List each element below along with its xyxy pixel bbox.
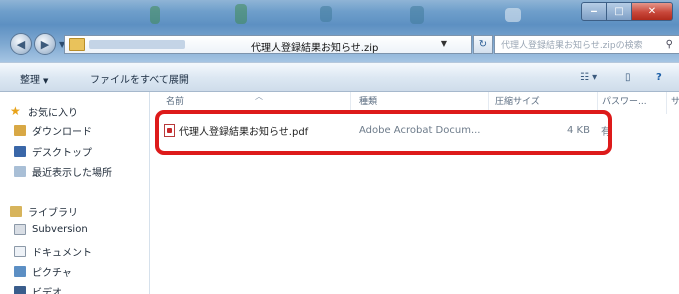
nav-libraries[interactable]: ライブラリ <box>10 204 78 219</box>
highlight-annotation <box>155 110 612 155</box>
column-header-extra[interactable]: サ <box>671 94 679 112</box>
nav-pictures[interactable]: ピクチャ <box>14 264 72 279</box>
glass-reflection <box>505 8 521 22</box>
close-button[interactable]: ✕ <box>632 2 673 21</box>
nav-downloads[interactable]: ダウンロード <box>14 123 92 138</box>
organize-label: 整理 <box>20 75 40 86</box>
subversion-library-icon <box>14 224 26 235</box>
search-icon[interactable]: ⚲ <box>666 39 673 50</box>
nav-videos-label: ビデオ <box>32 288 62 294</box>
forward-arrow-icon: ▶ <box>40 37 50 51</box>
nav-subversion[interactable]: Subversion <box>14 224 88 235</box>
nav-desktop-label: デスクトップ <box>32 148 92 159</box>
address-dropdown-icon[interactable]: ▼ <box>441 39 447 48</box>
back-arrow-icon: ◀ <box>16 37 26 51</box>
glass-reflection <box>150 6 160 24</box>
explorer-window: ‒ □ ✕ ◀ ▶ ▼ 代理人登録結果お知らせ.zip ▼ ↻ 代理人登録結果お… <box>0 0 679 294</box>
nav-downloads-label: ダウンロード <box>32 127 92 138</box>
address-bar[interactable]: 代理人登録結果お知らせ.zip ▼ <box>64 35 472 54</box>
sort-arrow-icon: ︿ <box>255 92 263 101</box>
navigation-buttons: ◀ ▶ ▼ <box>10 33 65 55</box>
preview-pane-icon[interactable]: ▯ <box>625 72 631 83</box>
nav-favorites-label: お気に入り <box>28 108 78 119</box>
nav-documents[interactable]: ドキュメント <box>14 244 92 259</box>
recent-places-icon <box>14 166 26 177</box>
folder-icon <box>69 38 85 51</box>
glass-reflection <box>235 4 247 24</box>
navigation-pane: ★ お気に入り ダウンロード デスクトップ 最近表示した場所 ライブラリ Sub… <box>0 92 150 294</box>
refresh-button[interactable]: ↻ <box>473 35 493 54</box>
libraries-icon <box>10 206 22 217</box>
nav-documents-label: ドキュメント <box>32 248 92 259</box>
minimize-button[interactable]: ‒ <box>581 2 607 21</box>
forward-button[interactable]: ▶ <box>34 33 56 55</box>
documents-icon <box>14 246 26 257</box>
desktop-icon <box>14 146 26 157</box>
column-header-password[interactable]: パスワー... <box>602 94 647 112</box>
nav-subversion-label: Subversion <box>32 224 88 235</box>
nav-favorites[interactable]: ★ お気に入り <box>10 104 78 119</box>
glass-reflection <box>410 6 424 24</box>
address-path-redacted <box>89 40 185 49</box>
refresh-icon: ↻ <box>478 39 488 50</box>
star-icon: ★ <box>10 104 21 118</box>
nav-desktop[interactable]: デスクトップ <box>14 144 92 159</box>
maximize-button[interactable]: □ <box>607 2 632 21</box>
videos-icon <box>14 286 26 294</box>
help-icon[interactable]: ? <box>656 72 662 83</box>
column-divider[interactable] <box>666 92 667 114</box>
command-bar: 整理 ▼ ファイルをすべて展開 ☷ ▾ ▯ ? <box>0 62 679 92</box>
downloads-folder-icon <box>14 125 26 136</box>
back-button[interactable]: ◀ <box>10 33 32 55</box>
nav-pictures-label: ピクチャ <box>32 268 72 279</box>
nav-videos[interactable]: ビデオ <box>14 284 62 294</box>
extract-all-button[interactable]: ファイルをすべて展開 <box>90 71 189 86</box>
address-text[interactable]: 代理人登録結果お知らせ.zip <box>251 39 378 54</box>
nav-recent-places[interactable]: 最近表示した場所 <box>14 164 112 179</box>
chevron-down-icon: ▼ <box>43 77 49 85</box>
search-input[interactable]: 代理人登録結果お知らせ.zipの検索 <box>501 38 643 51</box>
title-bar: ‒ □ ✕ ◀ ▶ ▼ 代理人登録結果お知らせ.zip ▼ ↻ 代理人登録結果お… <box>0 0 679 62</box>
search-box[interactable]: 代理人登録結果お知らせ.zipの検索 ⚲ <box>494 35 679 54</box>
view-options-icon[interactable]: ☷ ▾ <box>580 72 597 83</box>
caption-buttons: ‒ □ ✕ <box>581 2 673 21</box>
nav-recent-label: 最近表示した場所 <box>32 168 112 179</box>
organize-button[interactable]: 整理 ▼ <box>20 71 48 86</box>
nav-libraries-label: ライブラリ <box>28 208 78 219</box>
pictures-icon <box>14 266 26 277</box>
glass-reflection <box>320 6 332 22</box>
